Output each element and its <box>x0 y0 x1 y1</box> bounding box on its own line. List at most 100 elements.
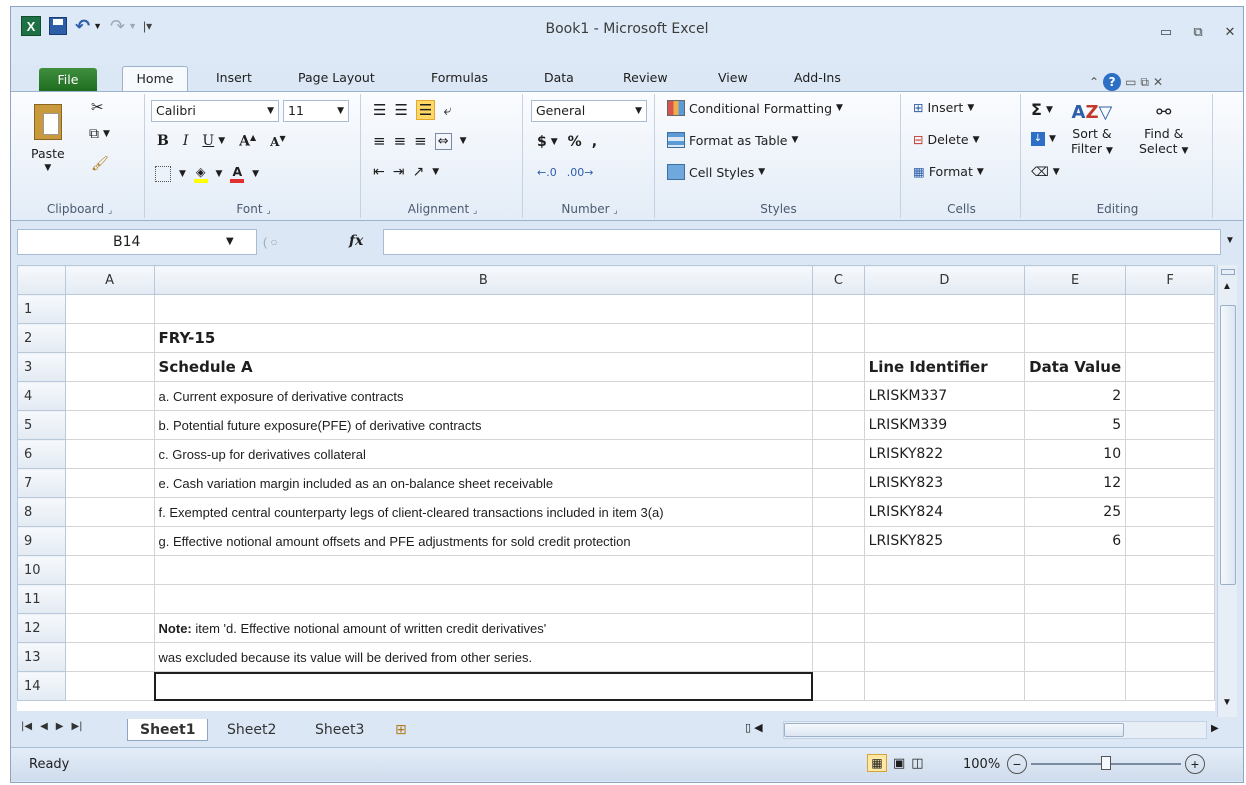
copy-button[interactable]: ⧉ ▼ <box>89 126 110 142</box>
zoom-slider-thumb[interactable] <box>1101 756 1111 770</box>
row-header[interactable]: 2 <box>17 323 66 353</box>
cell-f[interactable] <box>1125 323 1215 353</box>
font-color-icon[interactable]: A <box>230 164 245 183</box>
clear-button[interactable]: ⌫ ▼ <box>1031 164 1060 179</box>
tab-view[interactable]: View <box>718 70 748 92</box>
restore-button[interactable]: ⧉ <box>1183 21 1213 43</box>
align-right-icon[interactable]: ≡ <box>414 132 427 150</box>
cell-c[interactable] <box>812 584 865 614</box>
underline-button[interactable]: U <box>202 133 214 149</box>
page-break-view-icon[interactable]: ◫ <box>911 756 923 771</box>
cell-a[interactable] <box>64 555 155 585</box>
zoom-in-icon[interactable]: + <box>1185 754 1205 774</box>
cell-b[interactable]: f. Exempted central counterparty legs of… <box>153 497 814 527</box>
cell-d[interactable]: LRISKY822 <box>863 439 1026 469</box>
cell-c[interactable] <box>812 642 865 672</box>
cell-f[interactable] <box>1125 555 1215 585</box>
cell-styles-button[interactable]: Cell Styles ▼ <box>667 164 765 180</box>
cell-c[interactable] <box>812 294 865 324</box>
cell-c[interactable] <box>812 410 865 440</box>
find-select-button[interactable]: ⚯ Find & Select ▼ <box>1139 100 1188 156</box>
format-as-table-button[interactable]: Format as Table ▼ <box>667 132 798 148</box>
cell-e[interactable] <box>1024 555 1127 585</box>
cell-b[interactable]: was excluded because its value will be d… <box>153 642 814 672</box>
borders-icon[interactable] <box>155 165 171 182</box>
close-button[interactable]: ✕ <box>1215 21 1245 43</box>
cell-a[interactable] <box>64 323 155 353</box>
increase-indent-icon[interactable]: ⇥ <box>393 164 405 180</box>
grow-font-icon[interactable]: A▲ <box>239 132 256 150</box>
insert-cells-button[interactable]: ⊞ Insert ▼ <box>913 100 974 115</box>
decrease-decimal-icon[interactable]: .00→ <box>567 166 594 179</box>
cell-a[interactable] <box>64 468 155 498</box>
cut-button[interactable]: ✂ <box>91 98 104 116</box>
cell-d[interactable]: LRISKY824 <box>863 497 1026 527</box>
cell-e[interactable]: Data Value <box>1024 352 1127 382</box>
prev-sheet-icon[interactable]: ◀ <box>40 721 48 732</box>
row-header[interactable]: 6 <box>17 439 66 469</box>
cell-b[interactable] <box>153 671 814 701</box>
tab-formulas[interactable]: Formulas <box>431 70 488 92</box>
formula-bar-splitter-icon[interactable]: ( ○ <box>263 235 278 249</box>
cell-e[interactable] <box>1024 323 1127 353</box>
cell-f[interactable] <box>1125 381 1215 411</box>
format-painter-button[interactable]: 🖌 <box>91 156 109 172</box>
cell-d[interactable]: LRISKY825 <box>863 526 1026 556</box>
cell-d[interactable] <box>863 642 1026 672</box>
cell-a[interactable] <box>64 526 155 556</box>
percent-button[interactable]: % <box>568 134 582 150</box>
number-format-combo[interactable]: General ▼ <box>531 100 647 122</box>
cell-f[interactable] <box>1125 497 1215 527</box>
cell-f[interactable] <box>1125 468 1215 498</box>
normal-view-icon[interactable]: ▦ <box>867 754 887 772</box>
cell-a[interactable] <box>64 642 155 672</box>
row-header[interactable]: 3 <box>17 352 66 382</box>
cell-e[interactable]: 10 <box>1024 439 1127 469</box>
cell-a[interactable] <box>64 352 155 382</box>
bold-button[interactable]: B <box>157 133 169 149</box>
select-all-corner[interactable] <box>17 265 66 295</box>
cell-c[interactable] <box>812 381 865 411</box>
cell-f[interactable] <box>1125 352 1215 382</box>
cell-a[interactable] <box>64 671 155 701</box>
cell-a[interactable] <box>64 613 155 643</box>
cell-e[interactable] <box>1024 671 1127 701</box>
cell-b[interactable]: a. Current exposure of derivative contra… <box>153 381 814 411</box>
cell-a[interactable] <box>64 381 155 411</box>
tab-home[interactable]: Home <box>122 66 188 93</box>
sheet-tab-2[interactable]: Sheet2 <box>215 719 288 741</box>
cell-c[interactable] <box>812 439 865 469</box>
cell-e[interactable] <box>1024 613 1127 643</box>
worksheet-grid[interactable]: A B C D E F 1 2 FRY-15 3 Schedule A Line Iden… <box>17 265 1215 711</box>
paste-button[interactable]: Paste ▼ <box>31 104 65 173</box>
vertical-scrollbar[interactable]: ▲ ▼ <box>1217 265 1237 717</box>
cell-d[interactable] <box>863 584 1026 614</box>
insert-worksheet-icon[interactable]: ⊞ <box>395 721 407 738</box>
cell-d[interactable]: LRISKM339 <box>863 410 1026 440</box>
row-header[interactable]: 5 <box>17 410 66 440</box>
next-sheet-icon[interactable]: ▶ <box>56 721 64 732</box>
orientation-icon[interactable]: ↗ <box>412 164 424 180</box>
cell-a[interactable] <box>64 584 155 614</box>
name-box[interactable]: B14 ▼ <box>17 229 257 255</box>
format-cells-button[interactable]: ▦ Format ▼ <box>913 164 984 179</box>
cell-c[interactable] <box>812 555 865 585</box>
cell-c[interactable] <box>812 497 865 527</box>
zoom-slider[interactable] <box>1031 756 1181 770</box>
row-header[interactable]: 9 <box>17 526 66 556</box>
page-layout-view-icon[interactable]: ▣ <box>893 756 905 771</box>
scroll-down-icon[interactable]: ▼ <box>1222 697 1232 708</box>
row-header[interactable]: 12 <box>17 613 66 643</box>
scroll-right-icon[interactable]: ▶ <box>1211 723 1219 734</box>
formula-input[interactable] <box>383 229 1221 255</box>
zoom-out-icon[interactable]: − <box>1007 754 1027 774</box>
column-header-e[interactable]: E <box>1024 265 1127 295</box>
sort-filter-button[interactable]: AZ▽ Sort & Filter ▼ <box>1071 100 1113 156</box>
font-size-combo[interactable]: 11 ▼ <box>283 100 349 122</box>
cell-e[interactable]: 2 <box>1024 381 1127 411</box>
cell-b[interactable]: Note: item 'd. Effective notional amount… <box>153 613 814 643</box>
fill-color-icon[interactable]: ◈ <box>193 164 208 183</box>
increase-decimal-icon[interactable]: ←.0 <box>537 166 557 179</box>
comma-button[interactable]: , <box>592 134 597 150</box>
currency-button[interactable]: $ <box>537 134 547 150</box>
